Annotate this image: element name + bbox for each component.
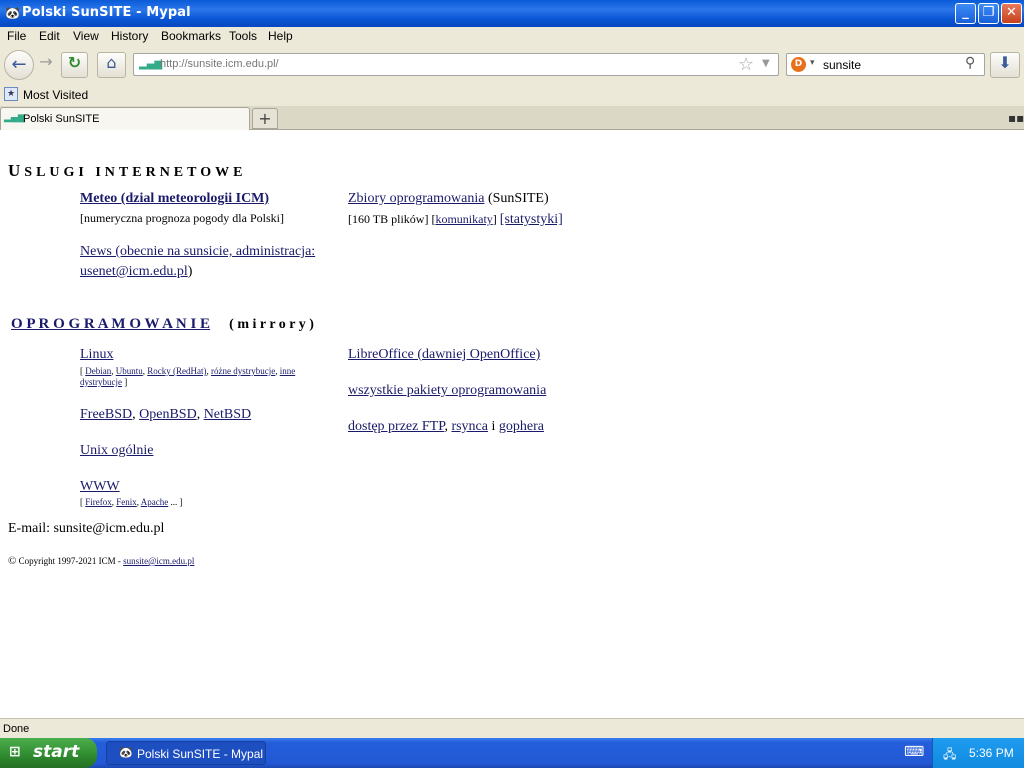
news-link-line2[interactable]: usenet@icm.edu.pl xyxy=(80,264,188,279)
zbiory-info: [160 TB plików] [komunikaty] [statystyki… xyxy=(348,212,563,227)
rozne-link[interactable]: różne dystrybucje xyxy=(211,366,275,376)
bookmark-most-visited[interactable]: Most Visited xyxy=(23,88,88,102)
search-engine-icon[interactable]: D xyxy=(791,57,806,72)
rsynca-link[interactable]: rsynca xyxy=(451,419,488,434)
bsd-line: FreeBSD, OpenBSD, NetBSD xyxy=(80,407,252,422)
inne-link-line2[interactable]: dystrybucje xyxy=(80,377,122,387)
close-button[interactable]: ✕ xyxy=(1001,3,1022,24)
news-link-line1[interactable]: News (obecnie na sunsicie, administracja… xyxy=(80,244,315,260)
mypal-icon: 🐼 xyxy=(119,747,133,759)
linux-link[interactable]: Linux xyxy=(80,347,113,363)
new-tab-icon: + xyxy=(258,109,272,128)
menu-edit[interactable]: Edit xyxy=(39,29,60,43)
menu-tools[interactable]: Tools xyxy=(229,29,257,43)
download-button[interactable]: ⬇ xyxy=(990,52,1020,78)
linux-distros-line2: dystrybucje ] xyxy=(80,377,128,387)
unix-link[interactable]: Unix ogólnie xyxy=(80,443,154,459)
tab-polski-sunsite[interactable]: ▂▄▆ Polski SunSITE xyxy=(0,107,250,130)
favicon: ▂▄▆ xyxy=(4,113,25,123)
mypal-icon: 🐼 xyxy=(5,6,20,20)
system-tray: 🖧 5:36 PM xyxy=(932,738,1024,768)
gophera-link[interactable]: gophera xyxy=(499,419,544,434)
firefox-link[interactable]: Firefox xyxy=(85,497,112,507)
freebsd-link[interactable]: FreeBSD xyxy=(80,407,132,422)
star-icon[interactable]: ☆ xyxy=(738,54,754,75)
favicon: ▂▄▆ xyxy=(139,59,163,70)
debian-link[interactable]: Debian xyxy=(85,366,111,376)
oprogramowanie-link[interactable]: O P R O G R A M O W A N I E xyxy=(11,316,210,332)
openbsd-link[interactable]: OpenBSD xyxy=(139,407,197,422)
network-icon[interactable]: 🖧 xyxy=(943,745,956,766)
home-icon: ⌂ xyxy=(106,53,117,72)
linux-distros: [ Debian, Ubuntu, Rocky (RedHat), różne … xyxy=(80,366,296,376)
back-icon: ← xyxy=(11,54,27,75)
taskbar: ⊞ start 🐼 Polski SunSITE - Mypal ⌨ 🖧 5:3… xyxy=(0,738,1024,768)
bookmarks-toolbar: ★ Most Visited xyxy=(0,84,1024,106)
menu-help[interactable]: Help xyxy=(268,29,293,43)
status-bar: Done xyxy=(0,718,1024,738)
windows-logo-icon: ⊞ xyxy=(9,744,21,760)
www-link[interactable]: WWW xyxy=(80,479,120,495)
home-button[interactable]: ⌂ xyxy=(97,52,126,78)
taskbar-item-mypal[interactable]: 🐼 Polski SunSITE - Mypal xyxy=(106,741,266,765)
fenix-link[interactable]: Fenix xyxy=(116,497,137,507)
menu-bar: File Edit View History Bookmarks Tools H… xyxy=(0,27,1024,46)
ubuntu-link[interactable]: Ubuntu xyxy=(116,366,143,376)
chevron-down-icon[interactable]: ▾ xyxy=(810,58,815,68)
download-icon: ⬇ xyxy=(998,53,1012,72)
ftp-link[interactable]: dostęp przez FTP xyxy=(348,419,444,434)
new-tab-button[interactable]: + xyxy=(252,108,278,129)
netbsd-link[interactable]: NetBSD xyxy=(204,407,251,422)
url-bar[interactable]: ▂▄▆ http://sunsite.icm.edu.pl/ ☆ ▼ xyxy=(133,53,779,76)
page-content: USLUGI INTERNETOWE Meteo (dzial meteorol… xyxy=(0,130,1024,718)
copyright-line: © Copyright 1997-2021 ICM - sunsite@icm.… xyxy=(8,555,195,567)
tab-list-icon[interactable]: ▪▪ xyxy=(1008,111,1024,125)
tab-label: Polski SunSITE xyxy=(23,113,100,125)
access-line: dostęp przez FTP, rsynca i gophera xyxy=(348,419,544,434)
minimize-button[interactable]: _ xyxy=(955,3,976,24)
www-browsers: [ Firefox, Fenix, Apache ... ] xyxy=(80,497,183,507)
reload-button[interactable]: ↻ xyxy=(61,52,88,78)
status-text: Done xyxy=(3,723,30,735)
keyboard-icon[interactable]: ⌨ xyxy=(904,744,924,760)
forward-button[interactable]: → xyxy=(34,52,58,78)
menu-file[interactable]: File xyxy=(7,29,26,43)
reload-icon: ↻ xyxy=(67,53,82,72)
libreoffice-link[interactable]: LibreOffice (dawniej OpenOffice) xyxy=(348,347,540,363)
tab-bar: ▂▄▆ Polski SunSITE + ▪▪ xyxy=(0,106,1024,130)
search-icon[interactable]: ⚲ xyxy=(965,55,975,71)
meteo-description: [numeryczna prognoza pogody dla Polski] xyxy=(80,211,284,225)
statystyki-link[interactable]: [statystyki] xyxy=(500,212,563,227)
search-input[interactable]: sunsite xyxy=(823,58,861,72)
zbiory-line: Zbiory oprogramowania (SunSITE) xyxy=(348,191,549,206)
url-input[interactable]: http://sunsite.icm.edu.pl/ xyxy=(160,58,279,70)
forward-icon: → xyxy=(39,52,53,71)
news-line2: usenet@icm.edu.pl) xyxy=(80,264,193,279)
inne-link[interactable]: inne xyxy=(280,366,296,376)
start-button[interactable]: ⊞ start xyxy=(0,738,97,768)
komunikaty-link[interactable]: komunikaty xyxy=(435,212,492,226)
meteo-link[interactable]: Meteo (dzial meteorologii ICM) xyxy=(80,191,269,207)
menu-bookmarks[interactable]: Bookmarks xyxy=(161,29,221,43)
zbiory-link[interactable]: Zbiory oprogramowania xyxy=(348,191,484,206)
copyright-email-link[interactable]: sunsite@icm.edu.pl xyxy=(123,556,194,566)
clock[interactable]: 5:36 PM xyxy=(969,746,1014,760)
email-line: E-mail: sunsite@icm.edu.pl xyxy=(8,521,165,536)
menu-history[interactable]: History xyxy=(111,29,148,43)
title-bar: 🐼 Polski SunSITE - Mypal _ ❐ ✕ xyxy=(0,0,1024,27)
rocky-link[interactable]: Rocky (RedHat) xyxy=(147,366,206,376)
section-title-uslugi: USLUGI INTERNETOWE xyxy=(8,161,247,180)
chevron-down-icon[interactable]: ▼ xyxy=(762,58,770,69)
section-title-oprogramowanie: O P R O G R A M O W A N I E ( m i r r o … xyxy=(11,316,314,332)
menu-view[interactable]: View xyxy=(73,29,99,43)
apache-link[interactable]: Apache xyxy=(141,497,168,507)
most-visited-icon: ★ xyxy=(4,87,18,101)
maximize-button[interactable]: ❐ xyxy=(978,3,999,24)
window-title: Polski SunSITE - Mypal xyxy=(22,5,191,20)
search-bar[interactable]: D ▾ sunsite ⚲ xyxy=(786,53,985,76)
pakiety-link[interactable]: wszystkie pakiety oprogramowania xyxy=(348,383,546,399)
back-button[interactable]: ← xyxy=(4,50,34,80)
